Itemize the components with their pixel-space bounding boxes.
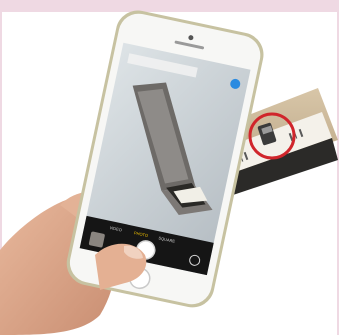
smartphone: VIDEO PHOTO SQUARE <box>66 10 264 308</box>
photo-scene: VIDEO PHOTO SQUARE <box>0 10 338 335</box>
gallery-thumbnail[interactable] <box>88 231 106 248</box>
